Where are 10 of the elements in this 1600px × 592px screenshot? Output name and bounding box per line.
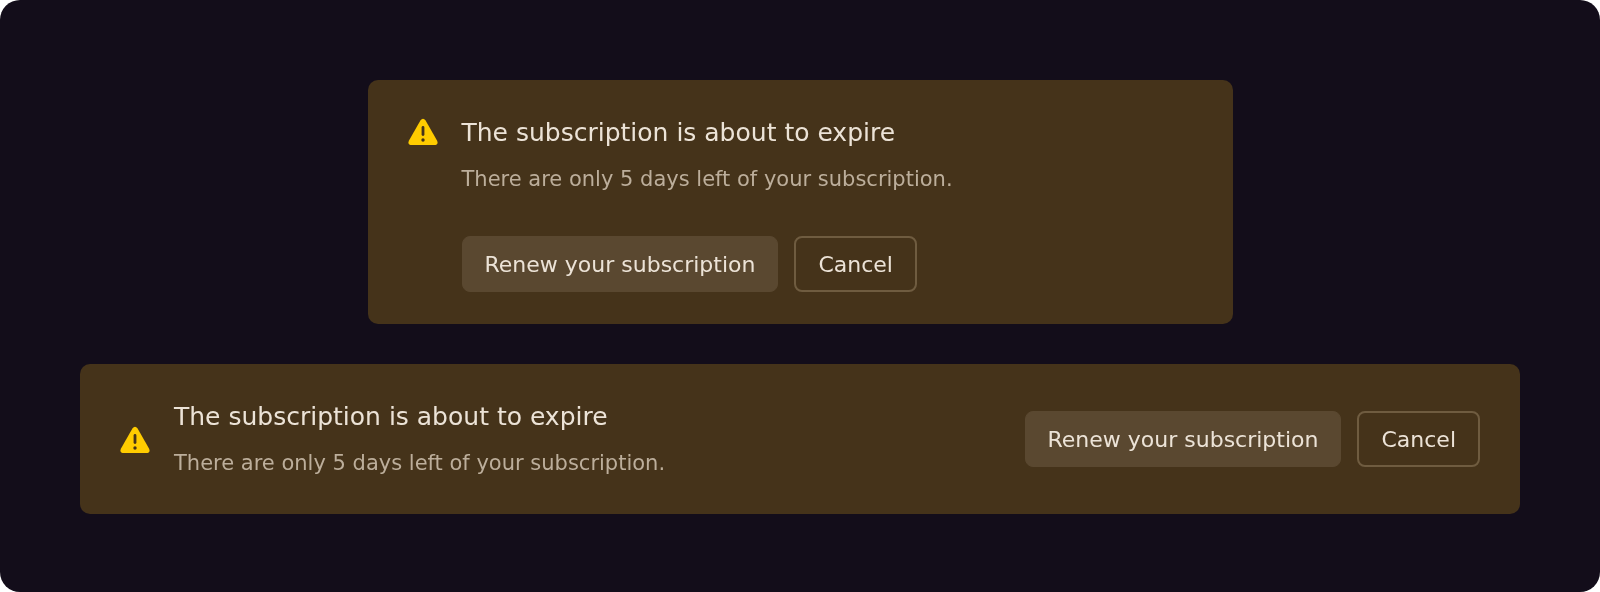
banner-title: The subscription is about to expire (461, 117, 897, 149)
banner-title: The subscription is about to expire (174, 401, 609, 433)
cancel-button[interactable]: Cancel (794, 236, 917, 292)
warning-icon (120, 426, 150, 454)
renew-button[interactable]: Renew your subscription (1024, 411, 1342, 467)
warning-icon (407, 118, 438, 146)
renew-button[interactable]: Renew your subscription (461, 236, 779, 292)
banner-message: There are only 5 days left of your subscription. (174, 450, 667, 477)
banner-message: There are only 5 days left of your subscription. (461, 166, 954, 193)
cancel-button[interactable]: Cancel (1357, 411, 1480, 467)
